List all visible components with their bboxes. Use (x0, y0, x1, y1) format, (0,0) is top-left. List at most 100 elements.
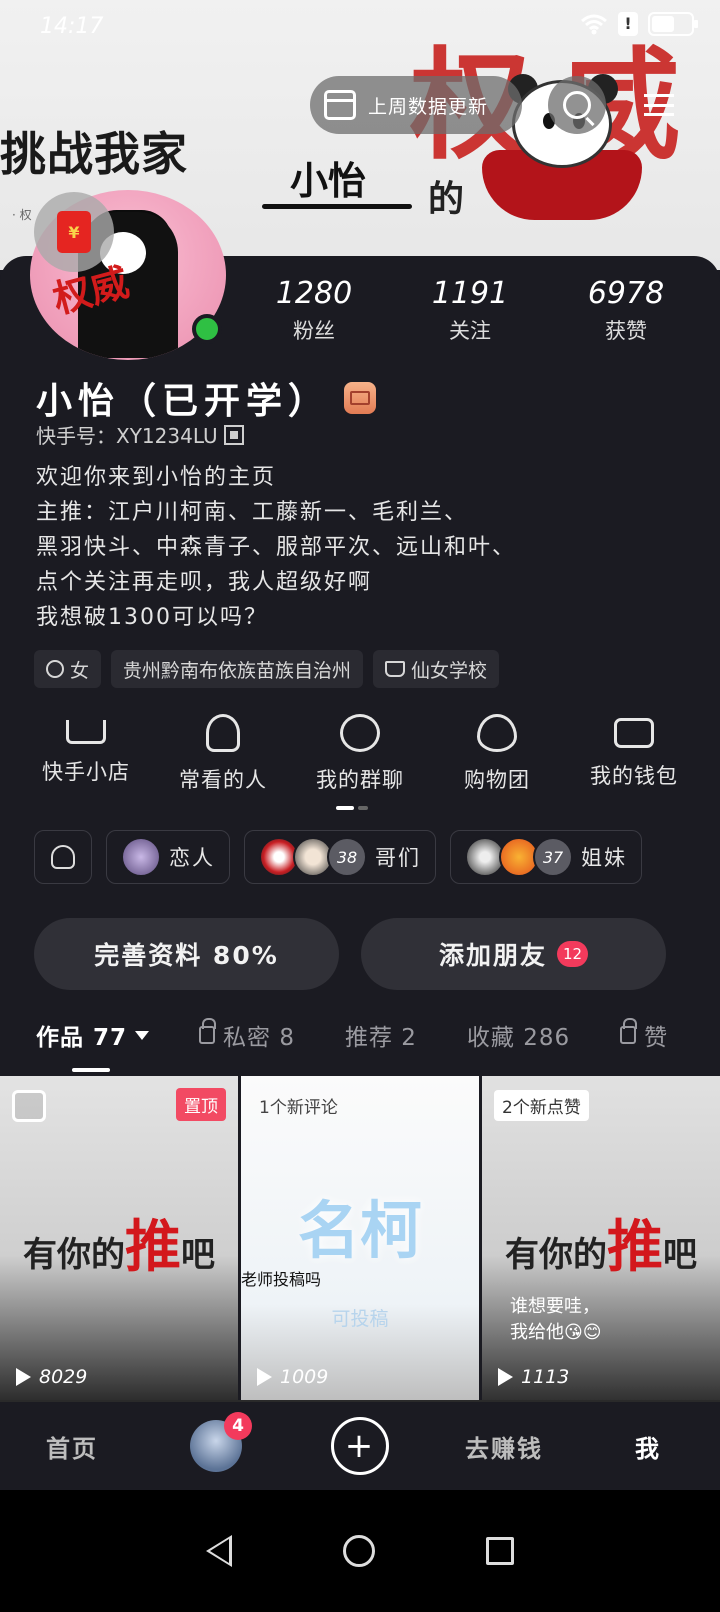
complete-profile-label: 完善资料 80% (94, 941, 279, 970)
nav-friends[interactable] (144, 1420, 288, 1472)
friend-group-lover[interactable]: 恋人 (106, 830, 230, 884)
wifi-icon (581, 14, 607, 35)
page-dot-active (336, 806, 354, 810)
mini-avatars: 38 (259, 837, 367, 877)
complete-profile-button[interactable]: 完善资料 80% (34, 918, 339, 990)
play-count-value: 8029 (39, 1366, 88, 1388)
bio-line: 黑羽快斗、中森青子、服部平次、远山和叶、 (36, 535, 517, 560)
tag-school[interactable]: 仙女学校 (373, 650, 500, 688)
tag-location[interactable]: 贵州黔南布依族苗族自治州 (111, 650, 364, 688)
stat-likes[interactable]: 6978 获赞 (548, 276, 704, 345)
shortcut-wallet[interactable]: 我的钱包 (568, 714, 700, 794)
data-update-button[interactable]: 上周数据更新 (310, 76, 522, 134)
cover-text-prefix: 有你的 (23, 1235, 125, 1275)
tab-favorites[interactable]: 收藏 286 (467, 1018, 570, 1052)
group-chat-icon (340, 714, 380, 752)
add-friend-group-button[interactable] (34, 830, 92, 884)
shortcut-row: 快手小店 常看的人 我的群聊 购物团 我的钱包 (20, 714, 700, 794)
mini-avatar-count: 37 (533, 837, 573, 877)
caption-line: 我给他😘😊 (510, 1322, 602, 1343)
stat-label: 关注 (449, 319, 491, 343)
kuaishou-id-row[interactable]: 快手号：XY1234LU (36, 420, 244, 449)
qr-code-icon[interactable] (223, 424, 244, 445)
bio-line: 欢迎你来到小怡的主页 (36, 465, 277, 490)
shortcut-label: 常看的人 (179, 768, 267, 792)
plus-icon: + (331, 1417, 389, 1475)
tab-likes[interactable]: 赞 (620, 1018, 668, 1052)
video-grid: 置顶 有你的推吧 8029 1个新评论 名柯 老师投稿吗 可投稿 1009 2个… (0, 1076, 720, 1402)
recent-apps-icon[interactable] (486, 1537, 515, 1565)
video-cover-text: 有你的推吧 (482, 1202, 720, 1283)
shortcut-label: 快手小店 (42, 760, 130, 784)
add-friends-button[interactable]: 添加朋友 12 (361, 918, 666, 990)
mini-avatars: 37 (465, 837, 573, 877)
tab-works[interactable]: 作品 77 (36, 1018, 150, 1052)
shortcut-shopping-group[interactable]: 购物团 (431, 714, 563, 794)
stat-label: 获赞 (605, 319, 647, 343)
shortcut-page-indicator (336, 806, 370, 810)
play-count: 1113 (498, 1366, 569, 1388)
person-clock-icon (206, 714, 240, 752)
back-icon[interactable] (205, 1535, 232, 1567)
bottom-nav: 首页 + 去赚钱 我 4 (0, 1402, 720, 1490)
nav-me-label: 我 (635, 1434, 661, 1463)
bio-line: 点个关注再走呗，我人超级好啊 (36, 570, 373, 595)
video-cover-title: 名柯 (297, 1194, 422, 1267)
online-status-dot (192, 314, 222, 344)
profile-bio: 欢迎你来到小怡的主页 主推：江户川柯南、工藤新一、毛利兰、 黑羽快斗、中森青子、… (36, 460, 696, 635)
tab-recommended[interactable]: 推荐 2 (345, 1018, 417, 1052)
shortcut-group-chats[interactable]: 我的群聊 (294, 714, 426, 794)
profile-tags: 女 贵州黔南布依族苗族自治州 仙女学校 (34, 650, 500, 688)
lock-icon (199, 1018, 217, 1044)
cover-text-red: 推 (125, 1215, 181, 1280)
cover-text-suffix: 吧 (181, 1235, 215, 1275)
stat-following[interactable]: 1191 关注 (392, 276, 548, 345)
active-tab-underline (72, 1068, 110, 1072)
nav-home[interactable]: 首页 (0, 1429, 144, 1464)
tab-label: 私密 8 (223, 1025, 295, 1051)
red-packet-button[interactable] (34, 192, 114, 272)
play-icon (257, 1368, 272, 1386)
video-card[interactable]: 置顶 有你的推吧 8029 (0, 1076, 238, 1402)
gender-female-icon (46, 660, 64, 678)
video-card[interactable]: 2个新点赞 有你的推吧 谁想要哇， 我给他😘😊 1113 (482, 1076, 720, 1402)
video-card[interactable]: 1个新评论 名柯 老师投稿吗 可投稿 1009 (241, 1076, 479, 1402)
menu-icon (644, 94, 674, 116)
search-button[interactable] (548, 76, 606, 134)
video-caption: 谁想要哇， 我给他😘😊 (510, 1294, 602, 1346)
video-cover-text: 有你的推吧 (0, 1202, 238, 1283)
system-navigation-bar (0, 1490, 720, 1612)
nav-earn[interactable]: 去赚钱 (432, 1429, 576, 1464)
tag-gender[interactable]: 女 (34, 650, 102, 688)
friend-group-sisters[interactable]: 37 姐妹 (450, 830, 642, 884)
shortcut-shop[interactable]: 快手小店 (20, 714, 152, 794)
tag-label: 仙女学校 (411, 659, 488, 682)
stat-followers[interactable]: 1280 粉丝 (236, 276, 392, 345)
tab-private[interactable]: 私密 8 (199, 1018, 295, 1052)
banner-underline (262, 204, 412, 209)
friends-badge: 4 (224, 1412, 252, 1440)
battery-icon (648, 12, 698, 36)
nav-me[interactable]: 我 (576, 1429, 720, 1464)
add-friends-badge: 12 (556, 941, 589, 967)
friend-group-bros[interactable]: 38 哥们 (244, 830, 436, 884)
play-count: 1009 (257, 1366, 328, 1388)
play-count-value: 1113 (521, 1366, 570, 1388)
menu-button[interactable] (630, 76, 688, 134)
shortcut-label: 购物团 (464, 768, 530, 792)
cover-text-prefix: 有你的 (505, 1235, 607, 1275)
status-icons: ! (580, 12, 698, 36)
home-circle-icon[interactable] (342, 1535, 375, 1567)
shopping-cart-icon (66, 720, 106, 744)
friend-group-label: 姐妹 (581, 846, 627, 870)
shortcut-label: 我的钱包 (590, 764, 678, 788)
play-icon (498, 1368, 513, 1386)
cover-text-suffix: 吧 (663, 1235, 697, 1275)
level-badge-icon[interactable] (344, 382, 377, 414)
tab-label: 作品 77 (36, 1025, 128, 1051)
red-packet-icon (57, 211, 91, 253)
shortcut-frequent-people[interactable]: 常看的人 (157, 714, 289, 794)
nav-create[interactable]: + (288, 1417, 432, 1475)
profile-actions: 完善资料 80% 添加朋友 12 (34, 918, 666, 990)
school-icon (385, 661, 406, 677)
